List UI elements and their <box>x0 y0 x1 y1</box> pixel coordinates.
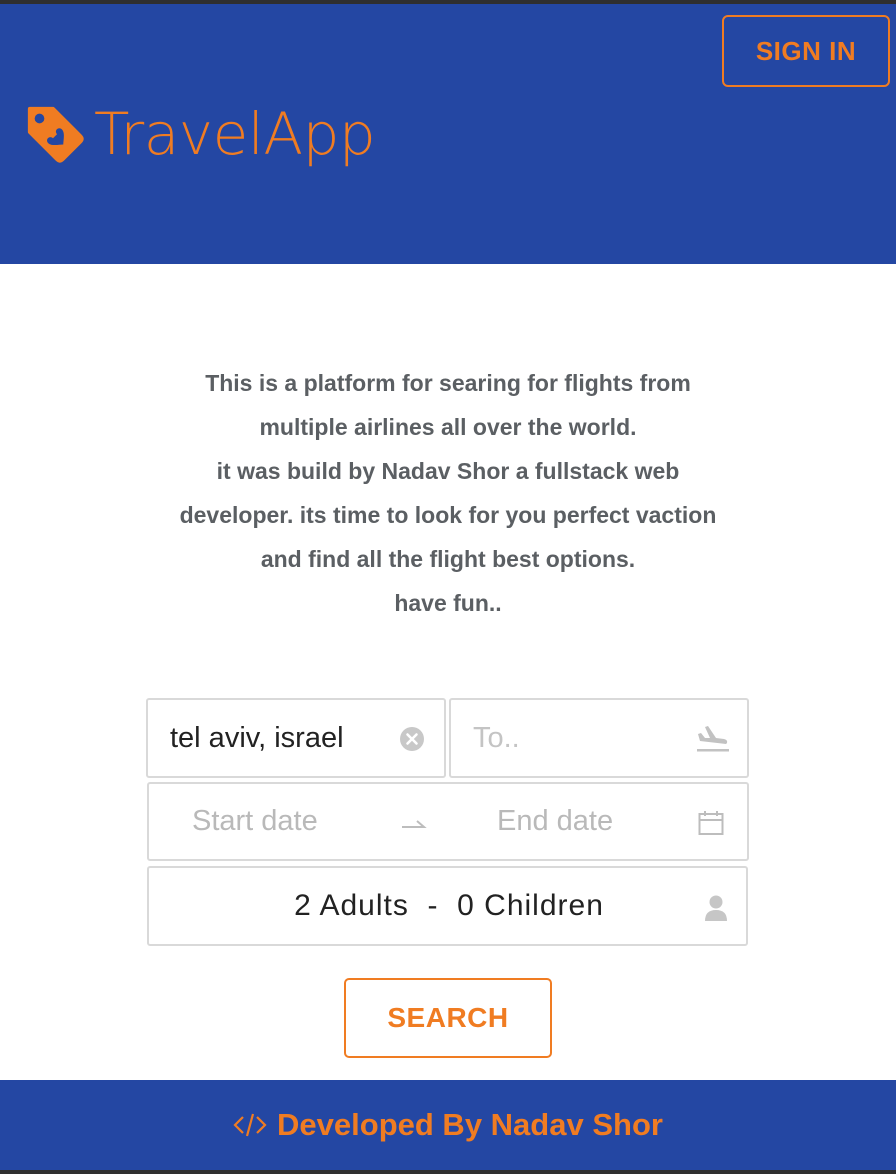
calendar-icon <box>698 811 724 835</box>
app-footer: Developed By Nadav Shor <box>0 1080 896 1170</box>
clear-icon[interactable] <box>400 727 424 751</box>
brand-logo[interactable]: TravelApp <box>24 94 376 174</box>
end-date-input[interactable]: End date <box>497 784 613 859</box>
heart-tag-icon <box>27 106 84 163</box>
intro-line: and find all the flight best options. <box>260 546 636 572</box>
start-date-input[interactable]: Start date <box>192 784 318 859</box>
origin-field[interactable]: tel aviv, israel <box>146 698 446 778</box>
intro-line: it was build by Nadav Shor a fullstack w… <box>216 458 680 484</box>
intro-line: developer. its time to look for you perf… <box>179 502 717 528</box>
user-icon <box>705 895 727 921</box>
destination-input[interactable]: To.. <box>473 700 520 776</box>
intro-line: have fun.. <box>394 590 502 616</box>
bottom-border <box>0 1170 896 1174</box>
origin-input[interactable]: tel aviv, israel <box>170 700 344 776</box>
brand-name: TravelApp <box>94 100 376 168</box>
search-button[interactable]: SEARCH <box>344 978 552 1058</box>
arrow-right-icon <box>402 820 427 828</box>
date-range-field[interactable]: Start date End date <box>147 782 749 861</box>
sign-in-button[interactable]: SIGN IN <box>722 15 890 87</box>
code-icon <box>233 1113 267 1137</box>
app-header: SIGN IN TravelApp <box>0 4 896 264</box>
footer-credit: Developed By Nadav Shor <box>277 1107 663 1142</box>
intro-line: This is a platform for searing for fligh… <box>205 370 691 396</box>
airplane-landing-icon <box>697 726 729 752</box>
destination-field[interactable]: To.. <box>449 698 749 778</box>
passengers-field[interactable]: 2 Adults - 0 Children <box>147 866 748 946</box>
intro-text: This is a platform for searing for fligh… <box>130 361 766 625</box>
intro-line: multiple airlines all over the world. <box>259 414 637 440</box>
passengers-value: 2 Adults - 0 Children <box>294 889 604 922</box>
